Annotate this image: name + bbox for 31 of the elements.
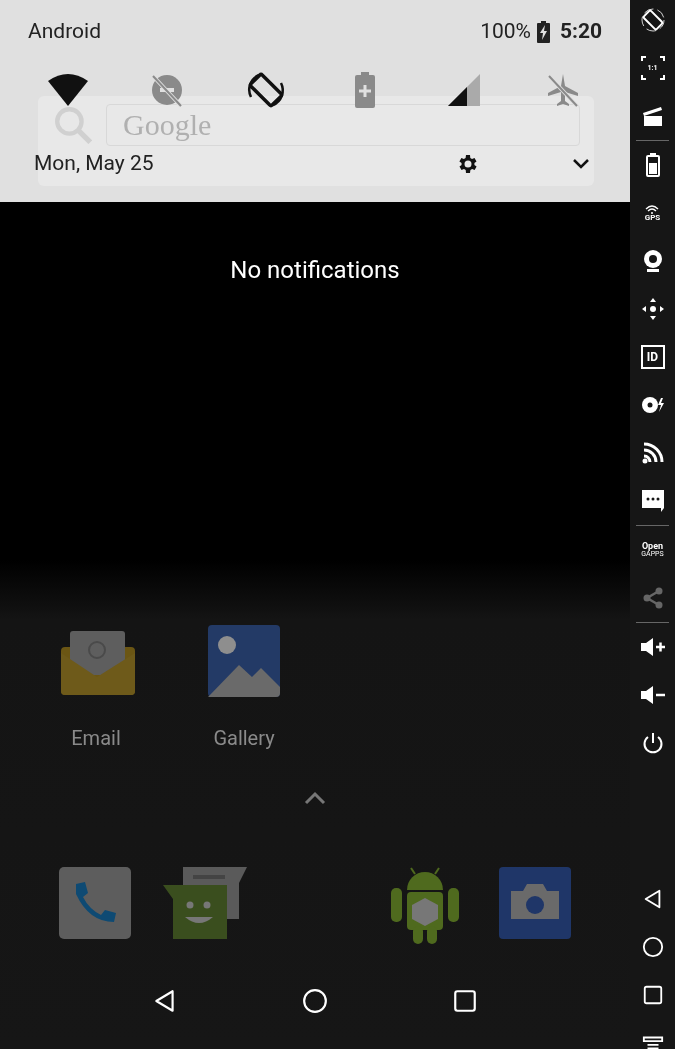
clapperboard-icon[interactable] — [641, 105, 664, 127]
battery-percentage: 100% — [480, 18, 531, 46]
home-icon[interactable] — [641, 936, 664, 958]
wifi-icon[interactable] — [46, 73, 89, 107]
gps-button[interactable]: GPS — [644, 204, 661, 222]
search-icon — [52, 104, 92, 144]
webcam-icon[interactable] — [641, 249, 664, 273]
volume-up-icon[interactable] — [639, 637, 666, 657]
carrier-name: Android — [28, 18, 101, 46]
home-icon[interactable] — [302, 988, 328, 1014]
clock: 5:20 — [559, 18, 602, 46]
cast-icon[interactable] — [641, 442, 664, 464]
message-icon[interactable] — [640, 489, 665, 513]
recents-icon[interactable] — [452, 988, 478, 1014]
chevron-down-icon[interactable] — [572, 158, 590, 170]
date-label: Mon, May 25 — [34, 150, 154, 178]
battery-plus-icon[interactable] — [353, 72, 376, 108]
id-button[interactable]: ID — [640, 345, 665, 369]
signal-icon[interactable] — [446, 73, 481, 107]
dpad-icon[interactable] — [640, 297, 665, 321]
chevron-up-icon[interactable] — [304, 791, 326, 805]
rotate-device-icon[interactable] — [640, 8, 665, 32]
app-label[interactable]: Gallery — [213, 723, 275, 753]
app-label[interactable]: Email — [71, 723, 121, 753]
empty-notifications-text: No notifications — [230, 255, 400, 286]
disc-flash-icon[interactable] — [640, 395, 665, 415]
image-icon[interactable] — [208, 625, 280, 697]
battery-icon[interactable] — [645, 153, 660, 177]
volume-down-icon[interactable] — [639, 685, 666, 705]
power-icon[interactable] — [641, 732, 664, 754]
recents-icon[interactable] — [641, 984, 664, 1006]
